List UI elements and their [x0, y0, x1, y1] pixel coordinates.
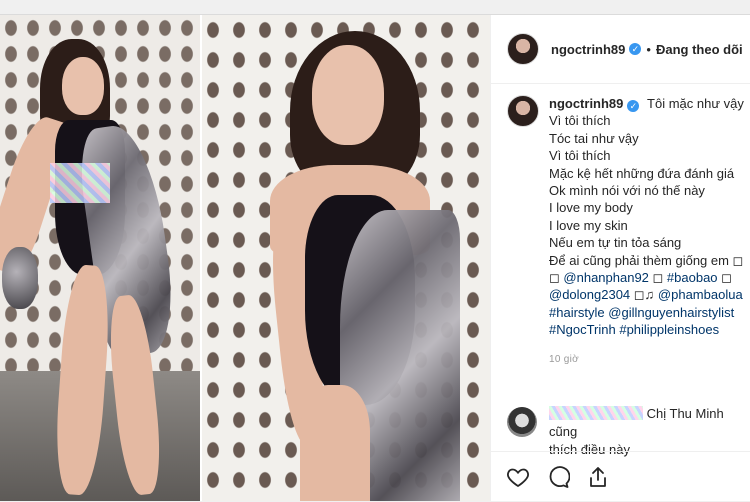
caption-line: Vì tôi thích [549, 148, 611, 164]
caption-first-line: Tôi mặc như vậy [647, 96, 744, 111]
mention-link[interactable]: @gillnguyenhairstylist [608, 305, 734, 320]
photo-left [0, 15, 200, 501]
hashtag-link[interactable]: #baobao [667, 270, 718, 285]
follow-button[interactable]: Đang theo dõi [656, 42, 743, 57]
heart-icon[interactable] [505, 464, 531, 490]
post-sidebar: ngoctrinh89 ✓ • Đang theo dõi ngoctrinh8… [490, 15, 750, 501]
post-image[interactable] [0, 15, 490, 501]
hashtag-link[interactable]: #hairstyle [549, 305, 605, 320]
emoji-text: ◻ [717, 270, 732, 286]
emoji-text: ◻♫ [630, 287, 658, 303]
caption-line: Ok mình nói với nó thế này [549, 183, 705, 199]
caption-line: I love my skin [549, 217, 628, 233]
action-bar [491, 451, 750, 502]
caption-line: I love my body [549, 200, 633, 216]
verified-icon: ✓ [627, 100, 640, 112]
verified-icon: ✓ [629, 43, 642, 55]
mention-link[interactable]: @dolong2304 [549, 287, 630, 302]
post-header: ngoctrinh89 ✓ • Đang theo dõi [491, 15, 750, 84]
comment-icon[interactable] [545, 464, 571, 490]
caption-line: Vì tôi thích [549, 113, 611, 129]
post-timestamp[interactable]: 10 giờ [549, 351, 750, 368]
caption: ngoctrinh89 ✓ Tôi mặc như vậy Vì tôi thíc… [507, 95, 750, 368]
caption-username[interactable]: ngoctrinh89 [549, 96, 623, 111]
avatar[interactable] [507, 95, 539, 127]
share-icon[interactable] [585, 464, 611, 490]
caption-line: Nếu em tự tin tỏa sáng [549, 235, 682, 251]
hashtag-link[interactable]: #NgocTrinh [549, 322, 616, 337]
post-card: ngoctrinh89 ✓ • Đang theo dõi ngoctrinh8… [0, 14, 750, 501]
separator-dot: • [646, 41, 651, 57]
commenter-avatar[interactable] [507, 407, 537, 437]
photo-right [200, 15, 490, 501]
mention-link[interactable]: @phambaolua [658, 287, 743, 302]
emoji-text: ◻ [549, 270, 564, 286]
caption-line: Để ai cũng phải thèm giống em ◻ [549, 252, 744, 268]
emoji-text: ◻ [648, 270, 667, 286]
caption-line: Mặc kệ hết những đứa đánh giá [549, 165, 735, 181]
hashtag-link[interactable]: #philippleinshoes [619, 322, 719, 337]
commenter-name-redacted[interactable] [549, 406, 643, 420]
mention-link[interactable]: @nhanphan92 [563, 270, 649, 285]
avatar[interactable] [507, 33, 539, 65]
caption-line: Tóc tai như vậy [549, 130, 639, 146]
author-username[interactable]: ngoctrinh89 [551, 42, 625, 57]
